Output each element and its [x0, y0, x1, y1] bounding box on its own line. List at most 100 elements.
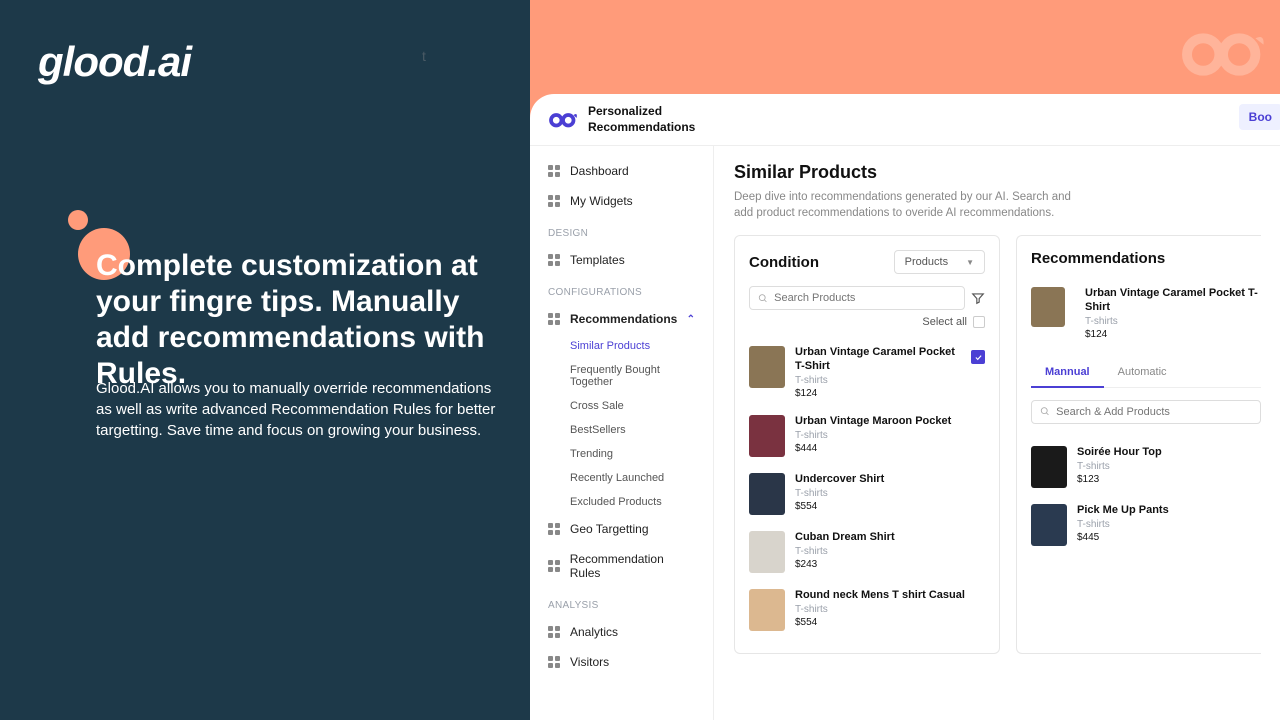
sidebar-item-recommendations[interactable]: Recommendations ⌃	[530, 304, 713, 334]
product-row[interactable]: Pick Me Up Pants T-shirts $445	[1031, 496, 1261, 554]
product-name: Urban Vintage Maroon Pocket	[795, 415, 985, 428]
tab-automatic[interactable]: Automatic	[1104, 358, 1181, 387]
filter-icon	[971, 291, 985, 305]
sidebar-item-label: Recommendations	[570, 312, 677, 326]
product-row[interactable]: Round neck Mens T shirt Casual T-shirts …	[749, 581, 985, 639]
grid-icon	[548, 195, 560, 207]
product-thumbnail	[1031, 446, 1067, 488]
sidebar-item-label: Templates	[570, 253, 625, 267]
sidebar-heading-analysis: ANALYSIS	[530, 588, 713, 617]
product-name: Urban Vintage Caramel Pocket T-Shirt	[1085, 287, 1261, 313]
product-checkbox-checked[interactable]	[971, 350, 985, 364]
sidebar-item-label: Geo Targetting	[570, 522, 649, 536]
grid-icon	[548, 165, 560, 177]
page-title: Similar Products	[734, 162, 1280, 183]
product-thumbnail	[1031, 504, 1067, 546]
product-category: T-shirts	[1077, 461, 1261, 472]
sidebar-item-recommendation-rules[interactable]: Recommendation Rules	[530, 544, 713, 588]
product-name: Cuban Dream Shirt	[795, 531, 985, 544]
dropdown-label: Products	[905, 256, 948, 268]
product-category: T-shirts	[1085, 316, 1261, 327]
condition-dropdown[interactable]: Products ▼	[894, 250, 985, 274]
condition-search-input[interactable]	[749, 286, 965, 310]
recommendations-title: Recommendations	[1031, 250, 1261, 267]
recommendations-panel: Recommendations Urban Vintage Caramel Po…	[1016, 235, 1261, 653]
sidebar-subitem-trending[interactable]: Trending	[530, 442, 713, 466]
product-name: Round neck Mens T shirt Casual	[795, 589, 985, 602]
product-price: $445	[1077, 532, 1261, 543]
app-window: Personalized Recommendations Boo Dashboa…	[530, 94, 1280, 720]
product-row[interactable]: Cuban Dream Shirt T-shirts $243	[749, 523, 985, 581]
recommendations-search-input[interactable]	[1031, 400, 1261, 424]
main-content: Similar Products Deep dive into recommen…	[713, 146, 1280, 720]
recommendations-top-product: Urban Vintage Caramel Pocket T-Shirt T-s…	[1031, 279, 1261, 347]
filter-button[interactable]	[971, 291, 985, 305]
sidebar-item-label: Dashboard	[570, 164, 629, 178]
product-row[interactable]: Urban Vintage Caramel Pocket T-Shirt T-s…	[749, 338, 985, 406]
product-price: $444	[795, 443, 985, 454]
tab-manual[interactable]: Mannual	[1031, 358, 1104, 388]
grid-icon	[548, 560, 560, 572]
search-icon	[758, 293, 768, 304]
condition-title: Condition	[749, 254, 819, 271]
product-category: T-shirts	[1077, 519, 1261, 530]
sidebar-item-geo-targetting[interactable]: Geo Targetting	[530, 514, 713, 544]
select-all-row[interactable]: Select all	[749, 316, 985, 328]
app-title-line2: Recommendations	[588, 120, 695, 136]
select-all-label: Select all	[922, 316, 967, 328]
sidebar-item-dashboard[interactable]: Dashboard	[530, 156, 713, 186]
page-subtitle: Deep dive into recommendations generated…	[734, 189, 1084, 221]
product-thumbnail	[749, 589, 785, 631]
product-name: Pick Me Up Pants	[1077, 504, 1261, 517]
app-header: Personalized Recommendations Boo	[530, 94, 1280, 145]
sidebar-subitem-excluded-products[interactable]: Excluded Products	[530, 490, 713, 514]
chevron-up-icon: ⌃	[687, 314, 695, 325]
hero-title: Complete customization at your fingre ti…	[96, 248, 516, 392]
product-category: T-shirts	[795, 546, 985, 557]
condition-panel: Condition Products ▼ Select all	[734, 235, 1000, 653]
sidebar-item-label: Recommendation Rules	[570, 552, 695, 580]
brand-logo: glood.ai	[38, 38, 191, 86]
grid-icon	[548, 523, 560, 535]
sidebar-subitem-similar-products[interactable]: Similar Products	[530, 334, 713, 358]
product-row[interactable]: Undercover Shirt T-shirts $554	[749, 465, 985, 523]
sidebar-subitem-recently-launched[interactable]: Recently Launched	[530, 466, 713, 490]
sidebar-item-analytics[interactable]: Analytics	[530, 617, 713, 647]
sidebar-item-label: My Widgets	[570, 194, 633, 208]
sidebar-subitem-cross-sale[interactable]: Cross Sale	[530, 394, 713, 418]
product-category: T-shirts	[795, 375, 967, 386]
product-name: Urban Vintage Caramel Pocket T-Shirt	[795, 346, 967, 372]
grid-icon	[548, 313, 560, 325]
header-action-button[interactable]: Boo	[1239, 104, 1280, 130]
grid-icon	[548, 656, 560, 668]
product-row[interactable]: Urban Vintage Maroon Pocket T-shirts $44…	[749, 407, 985, 465]
search-field[interactable]	[1056, 406, 1252, 418]
product-price: $243	[795, 559, 985, 570]
caret-down-icon: ▼	[966, 258, 974, 267]
sidebar-item-templates[interactable]: Templates	[530, 245, 713, 275]
sidebar-item-my-widgets[interactable]: My Widgets	[530, 186, 713, 216]
app-logo-icon	[548, 109, 578, 131]
sidebar-item-visitors[interactable]: Visitors	[530, 647, 713, 677]
product-row[interactable]: Soirée Hour Top T-shirts $123	[1031, 438, 1261, 496]
sidebar-heading-configurations: CONFIGURATIONS	[530, 275, 713, 304]
stray-letter: t	[422, 48, 426, 64]
sidebar-subitem-bestsellers[interactable]: BestSellers	[530, 418, 713, 442]
select-all-checkbox[interactable]	[973, 316, 985, 328]
sidebar-subitem-frequently-bought[interactable]: Frequently Bought Together	[530, 358, 713, 394]
grid-icon	[548, 254, 560, 266]
product-category: T-shirts	[795, 488, 985, 499]
product-thumbnail	[749, 415, 785, 457]
sidebar-item-label: Visitors	[570, 655, 609, 669]
product-price: $124	[1085, 329, 1261, 340]
product-price: $123	[1077, 474, 1261, 485]
product-thumbnail	[1031, 287, 1065, 327]
product-price: $124	[795, 388, 967, 399]
recommendations-tabs: Mannual Automatic	[1031, 358, 1261, 388]
product-price: $554	[795, 617, 985, 628]
product-thumbnail	[749, 473, 785, 515]
watermark-logo-icon	[1178, 22, 1268, 83]
search-field[interactable]	[774, 292, 956, 304]
product-category: T-shirts	[795, 604, 985, 615]
sidebar-item-label: Analytics	[570, 625, 618, 639]
